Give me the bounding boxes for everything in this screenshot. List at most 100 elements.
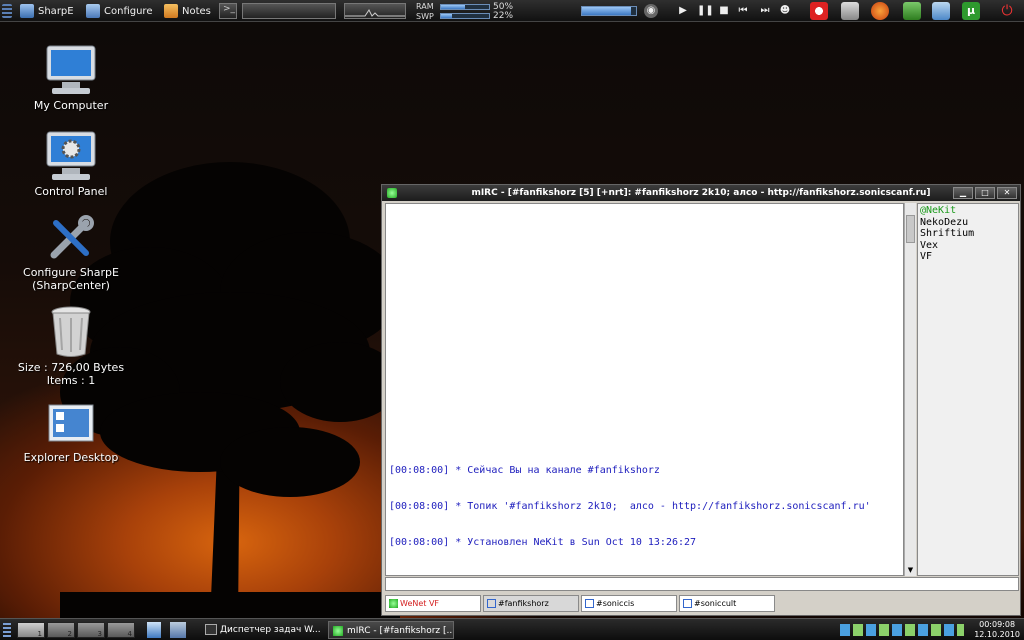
clock[interactable]: 00:09:08 12.10.2010 — [974, 620, 1020, 640]
desktop-icon-control-panel[interactable]: Control Panel — [16, 130, 126, 198]
configure-icon — [86, 4, 100, 18]
task-button-task-manager[interactable]: Диспетчер задач W... — [202, 621, 322, 639]
tray-icons[interactable] — [840, 624, 964, 636]
explorer-desktop-label: Explorer Desktop — [23, 451, 119, 464]
top-toolbar: SharpE Configure Notes >_ RAM SWP 50% 22… — [0, 0, 1024, 22]
network-monitor-icon[interactable] — [170, 622, 186, 638]
taskbar: 1 2 3 4 Диспетчер задач W... mIRC - [#fa… — [0, 618, 1024, 640]
scroll-thumb[interactable] — [906, 215, 915, 243]
documents-icon[interactable] — [147, 622, 161, 638]
chat-scrollbar[interactable]: ▼ — [904, 203, 916, 576]
tab-soniccis[interactable]: #soniccis — [581, 595, 677, 612]
pause-icon[interactable]: ❚❚ — [697, 4, 714, 18]
configure-button[interactable]: Configure — [86, 3, 152, 19]
first-aid-icon[interactable] — [810, 2, 828, 20]
recycle-size-label: Size : 726,00 Bytes — [17, 361, 125, 374]
nick-item[interactable]: Shriftium — [920, 228, 1016, 240]
control-panel-label: Control Panel — [34, 185, 108, 198]
green-app-icon[interactable] — [903, 2, 921, 20]
grid-icon[interactable] — [3, 623, 11, 637]
notes-icon — [164, 4, 178, 18]
minimize-button[interactable]: ▁ — [953, 187, 973, 199]
power-icon[interactable]: ⏻ — [998, 2, 1016, 20]
sharpe-button[interactable]: SharpE — [20, 3, 74, 19]
cpu-meter — [242, 3, 336, 19]
chat-log: [00:08:00] * Сейчас Вы на канале #fanfik… — [389, 441, 871, 573]
message-input[interactable] — [385, 577, 1019, 591]
menu-grid-button[interactable] — [2, 3, 12, 19]
terminal-button[interactable]: >_ — [219, 3, 237, 19]
shield-icon[interactable] — [841, 2, 859, 20]
configure-sharpe-label: Configure SharpE — [23, 266, 119, 279]
mirc-window[interactable]: mIRC - [#fanfikshorz [5] [+nrt]: #fanfik… — [381, 184, 1021, 616]
channel-icon — [487, 599, 496, 608]
volume-bar[interactable] — [581, 6, 637, 16]
virtual-desktop-4[interactable]: 4 — [107, 622, 135, 638]
tab-soniccult[interactable]: #soniccult — [679, 595, 775, 612]
chat-line: [00:08:00] * Топик '#fanfikshorz 2k10; а… — [389, 501, 871, 512]
desktop-icon-recycle-bin[interactable]: Size : 726,00 Bytes Items : 1 — [16, 304, 126, 387]
virtual-desktop-1[interactable]: 1 — [17, 622, 45, 638]
virtual-desktop-3[interactable]: 3 — [77, 622, 105, 638]
previous-icon[interactable]: ⏮ — [736, 4, 750, 18]
chat-area[interactable]: [00:08:00] * Сейчас Вы на канале #fanfik… — [385, 203, 904, 576]
nick-item[interactable]: @NeKit — [920, 205, 1016, 217]
nick-item[interactable]: Vex — [920, 240, 1016, 252]
desktop-icon-configure-sharpe[interactable]: Configure SharpE (SharpCenter) — [16, 213, 126, 292]
trash-icon — [51, 306, 91, 357]
notes-label: Notes — [182, 5, 211, 17]
nick-item[interactable]: VF — [920, 251, 1016, 263]
clock-time: 00:09:08 — [979, 620, 1016, 629]
configure-sharpe-sublabel: (SharpCenter) — [32, 279, 110, 292]
scroll-down-arrow[interactable]: ▼ — [905, 565, 916, 576]
nick-list[interactable]: @NeKit NekoDezu Shriftium Vex VF — [917, 203, 1019, 576]
sharpe-icon — [20, 4, 34, 18]
tab-label: #soniccult — [694, 599, 737, 608]
play-icon[interactable]: ▶ — [676, 4, 690, 18]
tab-wenet-vf[interactable]: WeNet VF — [385, 595, 481, 612]
swp-label: SWP — [416, 12, 434, 21]
maximize-button[interactable]: □ — [975, 187, 995, 199]
speaker-icon[interactable]: ◉ — [644, 4, 658, 18]
chat-line: [00:08:00] * Установлен NeKit в Sun Oct … — [389, 537, 697, 548]
firefox-icon[interactable] — [871, 2, 889, 20]
my-computer-label: My Computer — [33, 99, 109, 112]
tab-fanfikshorz[interactable]: #fanfikshorz — [483, 595, 579, 612]
ram-bar — [440, 4, 490, 10]
mirc-titlebar[interactable]: mIRC - [#fanfikshorz [5] [+nrt]: #fanfik… — [382, 185, 1020, 201]
alien-icon[interactable]: ☻ — [778, 4, 792, 18]
task-button-mirc[interactable]: mIRC - [#fanfikshorz [... — [328, 621, 454, 639]
blue-app-icon[interactable] — [932, 2, 950, 20]
task-label: mIRC - [#fanfikshorz [... — [347, 626, 454, 636]
sharpe-label: SharpE — [38, 5, 74, 17]
tab-label: WeNet VF — [400, 599, 440, 608]
network-graph — [344, 3, 406, 19]
tools-icon — [50, 215, 94, 259]
channel-icon — [585, 599, 594, 608]
tab-label: #fanfikshorz — [498, 599, 549, 608]
network-graph-line — [345, 9, 405, 17]
grid-icon — [2, 4, 12, 18]
desktop-icon-my-computer[interactable]: My Computer — [16, 44, 126, 112]
recycle-items-label: Items : 1 — [46, 374, 96, 387]
close-button[interactable]: ✕ — [997, 187, 1017, 199]
swp-percent: 22% — [493, 11, 514, 21]
ram-label: RAM — [416, 2, 434, 11]
network-icon — [389, 599, 398, 608]
notes-button[interactable]: Notes — [164, 3, 211, 19]
nick-item[interactable]: NekoDezu — [920, 217, 1016, 229]
mirc-title-text: mIRC - [#fanfikshorz [5] [+nrt]: #fanfik… — [471, 188, 931, 198]
control-panel-icon — [46, 131, 96, 180]
tab-label: #soniccis — [596, 599, 635, 608]
terminal-icon: >_ — [223, 4, 236, 14]
explorer-desktop-icon — [48, 404, 94, 442]
swp-bar — [440, 13, 490, 19]
switchbar: WeNet VF #fanfikshorz #soniccis #soniccu… — [385, 595, 1019, 613]
clock-date: 12.10.2010 — [974, 630, 1020, 639]
stop-icon[interactable]: ■ — [717, 4, 731, 18]
utorrent-icon[interactable]: µ — [962, 2, 980, 20]
next-icon[interactable]: ⏭ — [758, 4, 772, 18]
task-manager-icon — [205, 624, 217, 635]
virtual-desktop-2[interactable]: 2 — [47, 622, 75, 638]
desktop-icon-explorer-desktop[interactable]: Explorer Desktop — [16, 402, 126, 464]
